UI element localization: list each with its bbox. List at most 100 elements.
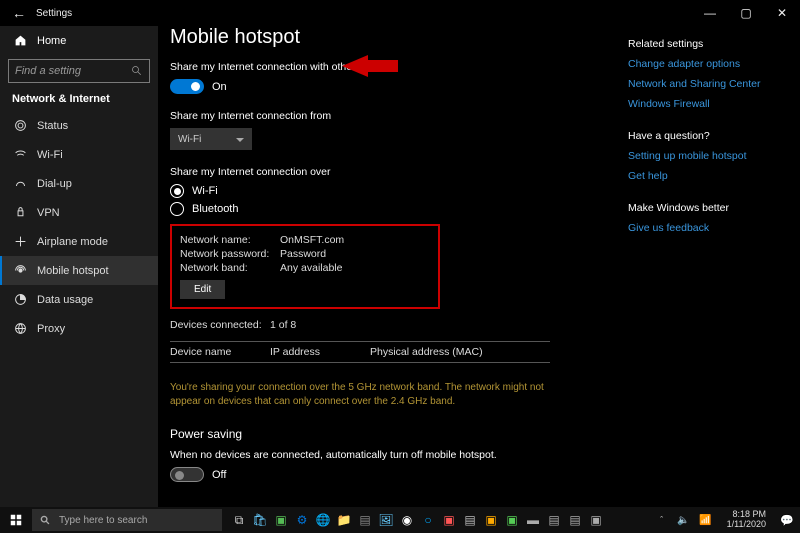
sidebar-item-vpn[interactable]: VPN [0, 198, 158, 227]
sidebar-item-label: VPN [37, 207, 60, 219]
power-saving-sub: When no devices are connected, automatic… [170, 449, 620, 461]
page-title: Mobile hotspot [170, 26, 620, 49]
sidebar-home[interactable]: Home [0, 26, 158, 55]
dialup-icon [14, 177, 27, 190]
titlebar: ← Settings — ▢ ✕ [0, 0, 800, 26]
link-firewall[interactable]: Windows Firewall [628, 98, 788, 110]
airplane-icon [14, 235, 27, 248]
search-icon [40, 515, 51, 526]
radio-unchecked-icon [170, 202, 184, 216]
radio-wifi[interactable]: Wi-Fi [170, 184, 620, 198]
data-usage-icon [14, 293, 27, 306]
sidebar-item-mobile-hotspot[interactable]: Mobile hotspot [0, 256, 158, 285]
app-icon[interactable]: ▣ [482, 511, 500, 529]
highlight-box: Network name:OnMSFT.com Network password… [170, 224, 440, 309]
sidebar-item-data-usage[interactable]: Data usage [0, 285, 158, 314]
radio-label: Wi-Fi [192, 185, 218, 197]
have-question-heading: Have a question? [628, 130, 788, 142]
app-icon[interactable]: ▬ [524, 511, 542, 529]
settings-app-icon[interactable]: ⚙ [293, 511, 311, 529]
toggle-off-icon [170, 467, 204, 482]
sidebar-section: Network & Internet [0, 93, 158, 111]
annotation-arrow-icon [342, 50, 402, 82]
proxy-icon [14, 322, 27, 335]
app-icon[interactable]: ▣ [587, 511, 605, 529]
sidebar-item-label: Proxy [37, 323, 65, 335]
app-icon[interactable]: 🖼 [377, 511, 395, 529]
edge-icon[interactable]: 🌐 [314, 511, 332, 529]
share-from-label: Share my Internet connection from [170, 110, 620, 122]
edit-button[interactable]: Edit [180, 280, 225, 299]
back-button[interactable]: ← [12, 5, 26, 21]
sidebar-item-proxy[interactable]: Proxy [0, 314, 158, 343]
right-column: Related settings Change adapter options … [628, 38, 788, 242]
power-saving-heading: Power saving [170, 427, 620, 441]
link-feedback[interactable]: Give us feedback [628, 222, 788, 234]
share-over-label: Share my Internet connection over [170, 166, 620, 178]
app-icon[interactable]: ▤ [545, 511, 563, 529]
status-icon [14, 119, 27, 132]
devices-connected-value: 1 of 8 [270, 319, 296, 331]
sidebar-item-label: Airplane mode [37, 236, 108, 248]
link-get-help[interactable]: Get help [628, 170, 788, 182]
explorer-icon[interactable]: 📁 [335, 511, 353, 529]
tray-icon[interactable]: 🔈 [675, 511, 693, 529]
hotspot-icon [14, 264, 27, 277]
power-toggle[interactable]: Off [170, 467, 620, 482]
sidebar-item-wifi[interactable]: Wi-Fi [0, 140, 158, 169]
tray-wifi-icon[interactable]: 📶 [697, 511, 715, 529]
devices-connected-label: Devices connected: [170, 319, 270, 331]
app-icon[interactable]: ▤ [356, 511, 374, 529]
sidebar-item-status[interactable]: Status [0, 111, 158, 140]
col-ip: IP address [270, 346, 370, 358]
store-icon[interactable]: 🛍 [251, 511, 269, 529]
share-from-dropdown[interactable]: Wi-Fi [170, 128, 252, 150]
sidebar-item-label: Status [37, 120, 68, 132]
tray-chevron-icon[interactable]: ˆ [653, 511, 671, 529]
taskbar: Type here to search ⧉ 🛍 ▣ ⚙ 🌐 📁 ▤ 🖼 ◉ ○ … [0, 507, 800, 533]
notification-icon[interactable]: 💬 [778, 511, 796, 529]
link-adapter-options[interactable]: Change adapter options [628, 58, 788, 70]
windows-icon [10, 514, 22, 526]
taskbar-clock[interactable]: 8:18 PM 1/11/2020 [719, 510, 774, 530]
sidebar-item-label: Data usage [37, 294, 93, 306]
app-icon[interactable]: ▣ [272, 511, 290, 529]
xbox-icon[interactable]: ◉ [398, 511, 416, 529]
network-band-label: Network band: [180, 262, 280, 274]
dropdown-value: Wi-Fi [178, 134, 201, 145]
wifi-icon [14, 148, 27, 161]
taskbar-search[interactable]: Type here to search [32, 509, 222, 531]
home-icon [14, 34, 27, 47]
network-password-value: Password [280, 248, 326, 260]
app-icon[interactable]: ▣ [440, 511, 458, 529]
sidebar-item-dialup[interactable]: Dial-up [0, 169, 158, 198]
app-icon[interactable]: ▤ [566, 511, 584, 529]
device-table-header: Device name IP address Physical address … [170, 341, 550, 363]
cortana-icon[interactable]: ○ [419, 511, 437, 529]
network-name-value: OnMSFT.com [280, 234, 344, 246]
col-mac: Physical address (MAC) [370, 346, 550, 358]
task-view-icon[interactable]: ⧉ [230, 511, 248, 529]
sidebar-home-label: Home [37, 35, 66, 47]
window-title: Settings [36, 8, 72, 19]
chevron-down-icon [236, 134, 244, 145]
network-password-label: Network password: [180, 248, 280, 260]
radio-bluetooth[interactable]: Bluetooth [170, 202, 620, 216]
app-icon[interactable]: ▤ [461, 511, 479, 529]
vpn-icon [14, 206, 27, 219]
sidebar: Home Find a setting Network & Internet S… [0, 26, 158, 507]
search-input[interactable]: Find a setting [8, 59, 150, 83]
app-icon[interactable]: ▣ [503, 511, 521, 529]
start-button[interactable] [0, 514, 32, 526]
col-device: Device name [170, 346, 270, 358]
sidebar-item-label: Wi-Fi [37, 149, 63, 161]
sidebar-item-label: Dial-up [37, 178, 72, 190]
taskbar-apps: ⧉ 🛍 ▣ ⚙ 🌐 📁 ▤ 🖼 ◉ ○ ▣ ▤ ▣ ▣ ▬ ▤ ▤ ▣ [222, 511, 653, 529]
minimize-button[interactable]: — [692, 6, 728, 20]
maximize-button[interactable]: ▢ [728, 6, 764, 20]
link-network-sharing[interactable]: Network and Sharing Center [628, 78, 788, 90]
link-setup-hotspot[interactable]: Setting up mobile hotspot [628, 150, 788, 162]
sidebar-item-airplane[interactable]: Airplane mode [0, 227, 158, 256]
toggle-state: On [212, 81, 227, 93]
close-button[interactable]: ✕ [764, 6, 800, 20]
